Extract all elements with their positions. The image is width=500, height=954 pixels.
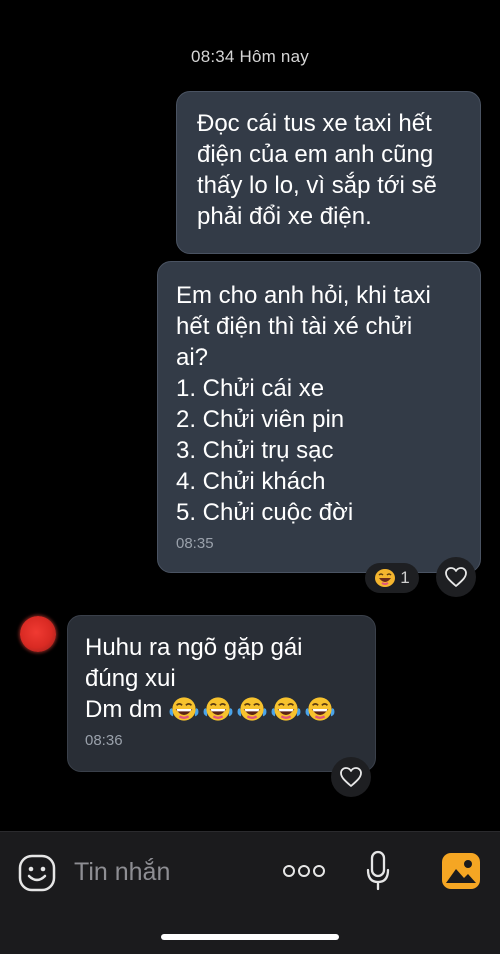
heart-icon [340, 767, 362, 787]
message-text: Em cho anh hỏi, khi taxi [176, 282, 431, 309]
chat-date-label: 08:34 Hôm nay [191, 47, 309, 66]
message-time: 08:35 [176, 535, 214, 552]
message-text: hết điện thì tài xé chửi [176, 313, 413, 340]
message-text-row: Dm dm [85, 694, 361, 725]
laughing-tears-emoji-icon [169, 697, 199, 721]
smiley-icon[interactable] [18, 854, 56, 892]
message-text: 5. Chửi cuộc đời [176, 499, 354, 526]
laughing-emoji-icon [375, 569, 396, 587]
avatar[interactable] [20, 616, 56, 652]
like-button[interactable] [331, 757, 371, 797]
message-text: Huhu ra ngõ gặp gái [85, 634, 303, 661]
incoming-message[interactable]: Huhu ra ngõ gặp gái đúng xui Dm dm 08:36 [67, 615, 376, 772]
outgoing-message[interactable]: Đọc cái tus xe taxi hết điện của em anh … [176, 91, 481, 254]
message-text: thấy lo lo, vì sắp tới sẽ [197, 172, 437, 199]
reaction-count: 1 [400, 568, 410, 587]
message-text: 4. Chửi khách [176, 468, 326, 495]
microphone-icon[interactable] [365, 850, 391, 892]
laughing-tears-emoji-icon [203, 697, 233, 721]
heart-icon [445, 567, 467, 587]
message-text: Đọc cái tus xe taxi hết [197, 110, 432, 137]
emoji-row [169, 696, 339, 723]
message-text: phải đổi xe điện. [197, 203, 372, 230]
like-button[interactable] [436, 557, 476, 597]
reaction-badge[interactable]: 1 [365, 563, 419, 593]
message-text: 1. Chửi cái xe [176, 375, 325, 402]
message-text: điện của em anh cũng [197, 141, 434, 168]
message-text: 2. Chửi viên pin [176, 406, 345, 433]
laughing-tears-emoji-icon [305, 697, 335, 721]
home-indicator [161, 934, 339, 940]
message-text: ai? [176, 344, 209, 371]
message-text: đúng xui [85, 665, 176, 692]
laughing-tears-emoji-icon [271, 697, 301, 721]
message-input[interactable] [74, 852, 264, 892]
more-dots-icon[interactable] [282, 864, 326, 878]
image-icon[interactable] [441, 852, 481, 890]
outgoing-message[interactable]: Em cho anh hỏi, khi taxi hết điện thì tà… [157, 261, 481, 573]
message-text: 3. Chửi trụ sạc [176, 437, 334, 464]
laughing-tears-emoji-icon [237, 697, 267, 721]
message-time: 08:36 [85, 732, 123, 749]
message-text: Dm dm [85, 696, 163, 723]
